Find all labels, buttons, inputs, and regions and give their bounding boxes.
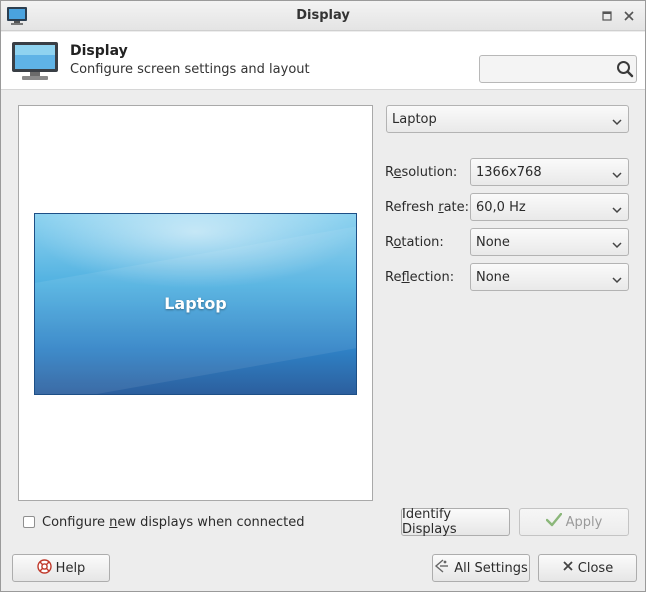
window-title: Display <box>296 8 350 23</box>
display-window: Display Display Configure screen setting… <box>0 0 646 592</box>
reflection-value: None <box>476 270 510 285</box>
rotation-value: None <box>476 235 510 250</box>
close-icon[interactable] <box>621 8 637 24</box>
close-button[interactable]: Close <box>538 554 637 582</box>
page-subtitle: Configure screen settings and layout <box>70 62 310 77</box>
configure-new-displays-checkbox[interactable] <box>23 516 35 528</box>
output-select[interactable]: Laptop <box>386 105 629 133</box>
resolution-value: 1366x768 <box>476 165 542 180</box>
title-bar: Display <box>1 1 645 31</box>
search-box[interactable] <box>479 55 637 83</box>
help-button[interactable]: Help <box>12 554 110 582</box>
close-x-icon <box>562 560 574 576</box>
resolution-select[interactable]: 1366x768 <box>470 158 629 186</box>
all-settings-button[interactable]: All Settings <box>432 554 530 582</box>
settings-back-icon <box>434 558 450 578</box>
reflection-label: Reflection: <box>385 270 455 285</box>
search-input[interactable] <box>484 59 612 79</box>
search-icon[interactable] <box>616 60 634 78</box>
display-layout-preview: Laptop <box>18 105 373 501</box>
checkmark-icon <box>545 512 562 531</box>
apply-button[interactable]: Apply <box>519 508 629 536</box>
chevron-down-icon <box>612 168 622 179</box>
maximize-icon[interactable] <box>599 8 615 24</box>
refresh-rate-label: Refresh rate: <box>385 200 470 215</box>
help-label: Help <box>55 560 86 576</box>
close-label: Close <box>577 560 614 576</box>
resolution-label: Resolution: <box>385 165 458 180</box>
display-monitor-icon <box>11 40 59 82</box>
output-select-value: Laptop <box>392 112 437 127</box>
chevron-down-icon <box>612 115 622 126</box>
chevron-down-icon <box>612 273 622 284</box>
help-icon <box>36 558 52 578</box>
refresh-rate-select[interactable]: 60,0 Hz <box>470 193 629 221</box>
apply-label: Apply <box>565 514 603 530</box>
dialog-header: Display Configure screen settings and la… <box>1 32 645 90</box>
refresh-rate-value: 60,0 Hz <box>476 200 526 215</box>
monitor-laptop[interactable]: Laptop <box>34 213 357 395</box>
identify-displays-label: Identify Displays <box>402 507 457 537</box>
rotation-select[interactable]: None <box>470 228 629 256</box>
identify-displays-button[interactable]: Identify Displays <box>401 507 510 537</box>
reflection-select[interactable]: None <box>470 263 629 291</box>
rotation-label: Rotation: <box>385 235 444 250</box>
chevron-down-icon <box>612 238 622 249</box>
all-settings-label: All Settings <box>454 560 528 576</box>
configure-new-displays-label[interactable]: Configure new displays when connected <box>42 515 305 530</box>
monitor-label: Laptop <box>164 294 227 313</box>
chevron-down-icon <box>612 203 622 214</box>
page-title: Display <box>70 43 128 59</box>
